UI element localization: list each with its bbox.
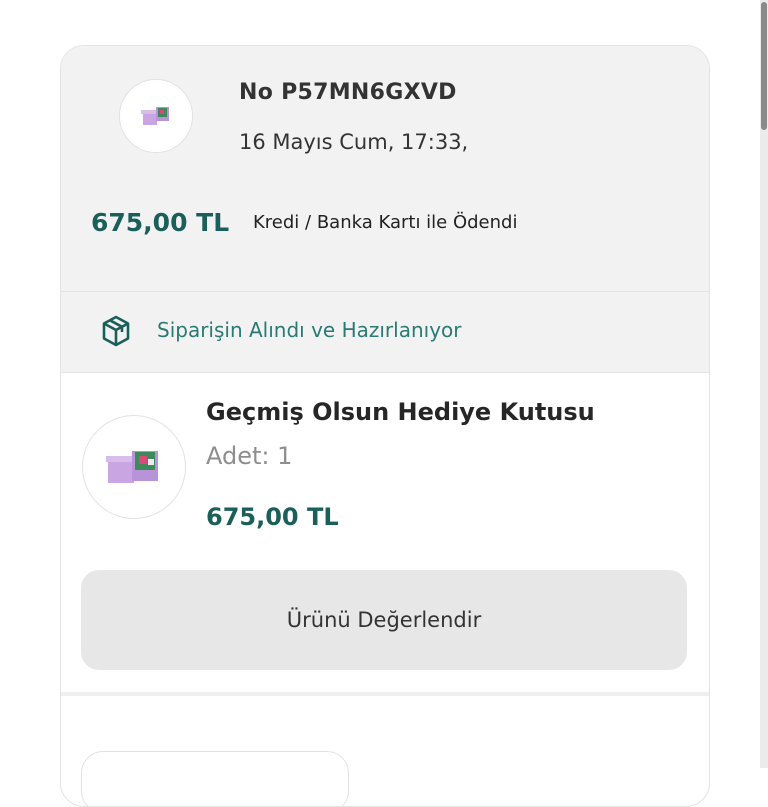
product-name[interactable]: Geçmiş Olsun Hediye Kutusu [206,398,595,426]
product-quantity: Adet: 1 [206,442,293,470]
gift-box-icon [106,451,158,483]
scrollbar-thumb[interactable] [761,2,767,130]
order-status-row[interactable]: Siparişin Alındı ve Hazırlanıyor [61,291,709,373]
order-summary: No P57MN6GXVD 16 Mayıs Cum, 17:33, 675,0… [61,46,709,291]
gift-box-icon [141,107,169,125]
order-date: 16 Mayıs Cum, 17:33, [239,130,469,154]
scrollbar-track[interactable] [760,0,768,768]
order-number: No P57MN6GXVD [239,80,457,105]
review-product-button[interactable]: Ürünü Değerlendir [81,570,687,670]
product-thumbnail[interactable] [82,415,186,519]
next-section-button[interactable] [81,751,349,806]
section-divider [61,692,709,696]
cut-off-header-text: · · [118,0,142,11]
package-icon [102,315,130,347]
payment-status: Kredi / Banka Kartı ile Ödendi [253,212,518,233]
order-thumbnail[interactable] [119,79,193,153]
order-card: No P57MN6GXVD 16 Mayıs Cum, 17:33, 675,0… [60,45,710,807]
order-status-text: Siparişin Alındı ve Hazırlanıyor [157,318,462,342]
product-price: 675,00 TL [206,503,339,531]
order-total: 675,00 TL [91,208,230,237]
